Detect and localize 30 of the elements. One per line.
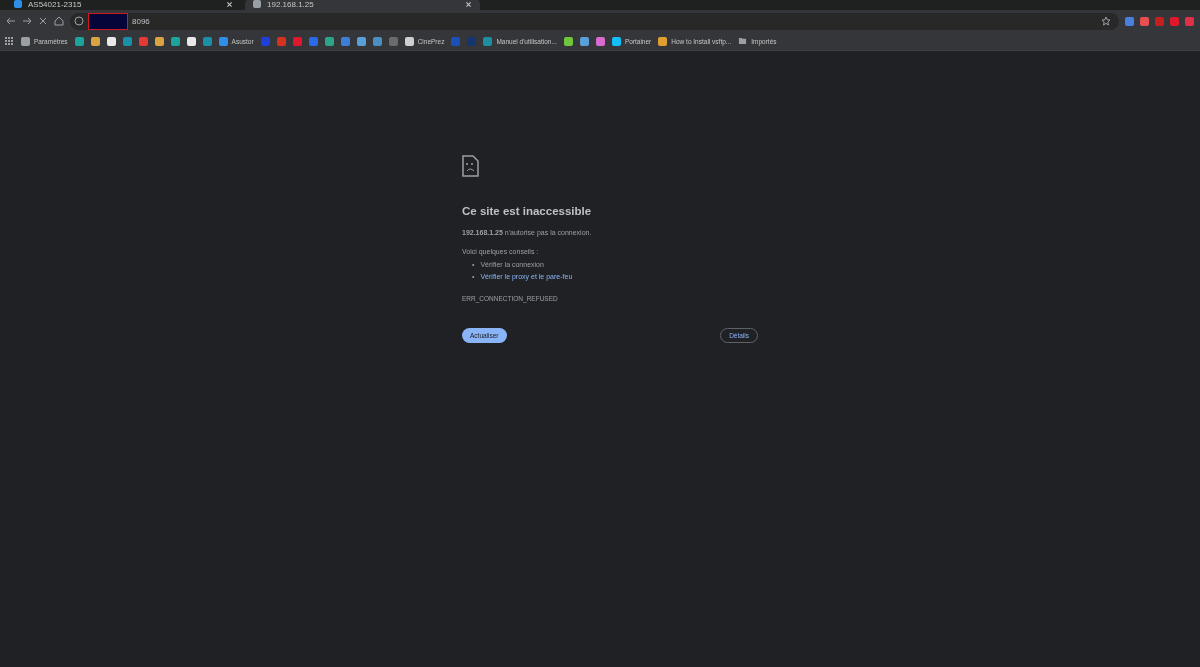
bookmark-icon[interactable] [563, 36, 573, 46]
extension-icon[interactable] [1170, 16, 1179, 26]
close-icon[interactable] [226, 0, 233, 8]
bookmark-icon[interactable] [579, 36, 589, 46]
bookmark-icon[interactable] [186, 36, 196, 46]
favicon-icon [253, 0, 261, 8]
bookmark-icon[interactable] [90, 36, 100, 46]
extension-icon[interactable] [1155, 16, 1164, 26]
bookmark-icon[interactable] [595, 36, 605, 46]
home-icon[interactable] [54, 16, 64, 26]
extension-icon[interactable] [1140, 16, 1149, 26]
browser-tab[interactable]: 192.168.1.25 [245, 0, 480, 10]
bookmark-icon[interactable] [106, 36, 116, 46]
error-title: Ce site est inaccessible [462, 205, 593, 217]
bookmark-icon[interactable] [356, 36, 366, 46]
close-icon[interactable] [38, 16, 48, 26]
extension-icon[interactable] [1125, 16, 1134, 26]
forward-icon[interactable] [22, 16, 32, 26]
back-icon[interactable] [6, 16, 16, 26]
browser-tab[interactable]: AS54021-2315 [6, 0, 241, 10]
bookmark-icon[interactable] [154, 36, 164, 46]
info-icon[interactable] [74, 16, 84, 26]
bookmark-icon[interactable] [324, 36, 334, 46]
close-icon[interactable] [465, 0, 472, 8]
favicon-icon [14, 0, 22, 8]
sad-page-icon [462, 155, 479, 177]
address-bar[interactable]: 8096 [70, 12, 1119, 30]
star-icon[interactable] [1101, 16, 1111, 26]
apps-grid-icon[interactable] [4, 36, 14, 46]
extension-icon[interactable] [1185, 16, 1194, 26]
